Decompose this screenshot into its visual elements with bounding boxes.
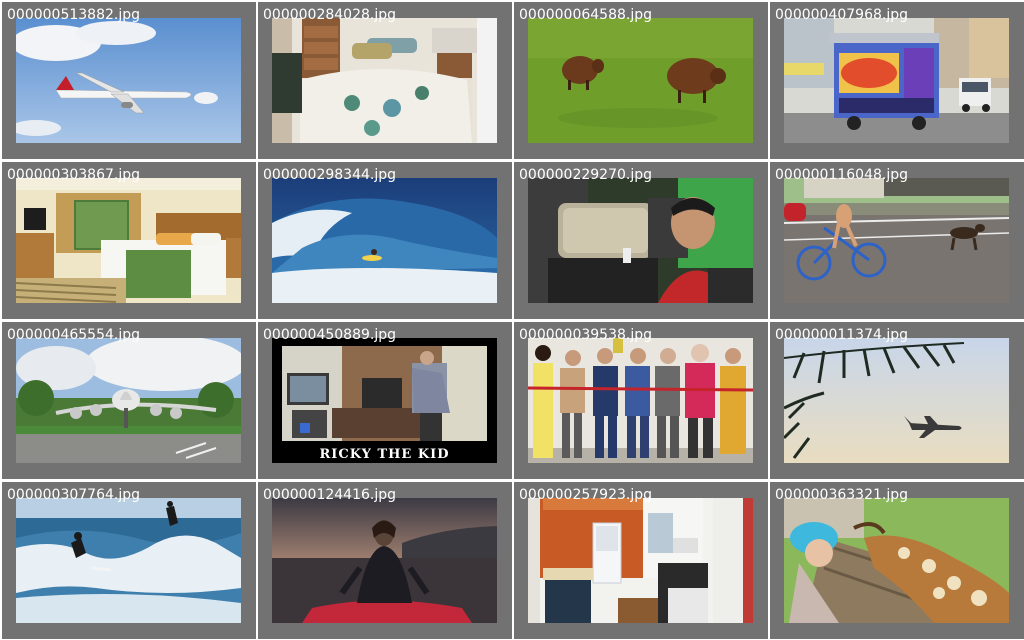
- thumbnail-filename: 000000307764.jpg: [7, 487, 140, 503]
- ribbon-cutting-thumbnail[interactable]: [528, 338, 753, 463]
- thumbnail-cell[interactable]: 000000064588.jpg: [514, 2, 768, 159]
- surfer-sunset-thumbnail[interactable]: [272, 498, 497, 623]
- thumbnail-filename: 000000450889.jpg: [263, 327, 396, 343]
- thumbnail-cell[interactable]: 000000124416.jpg: [258, 482, 512, 639]
- surfers-thumbnail[interactable]: [16, 498, 241, 623]
- thumbnail-filename: 000000363321.jpg: [775, 487, 908, 503]
- poster-caption: RICKY THE KID: [319, 447, 449, 462]
- ricky-poster-thumbnail[interactable]: RICKY THE KID: [272, 338, 497, 463]
- thumbnail-filename: 000000229270.jpg: [519, 167, 652, 183]
- thumbnail-cell[interactable]: 000000039538.jpg: [514, 322, 768, 479]
- thumbnail-cell[interactable]: 000000450889.jpg RICKY THE KID: [258, 322, 512, 479]
- thumbnail-cell[interactable]: 000000307764.jpg: [2, 482, 256, 639]
- thumbnail-filename: 000000064588.jpg: [519, 7, 652, 23]
- food-truck-thumbnail[interactable]: [784, 18, 1009, 143]
- thumbnail-filename: 000000303867.jpg: [7, 167, 140, 183]
- thumbnail-cell[interactable]: 000000284028.jpg: [258, 2, 512, 159]
- thumbnail-filename: 000000011374.jpg: [775, 327, 908, 343]
- thumbnail-cell[interactable]: 000000363321.jpg: [770, 482, 1024, 639]
- thumbnail-filename: 000000465554.jpg: [7, 327, 140, 343]
- thumbnail-cell[interactable]: 000000116048.jpg: [770, 162, 1024, 319]
- airplane-sky-thumbnail[interactable]: [16, 18, 241, 143]
- thumbnail-filename: 000000298344.jpg: [263, 167, 396, 183]
- thumbnail-cell[interactable]: 000000229270.jpg: [514, 162, 768, 319]
- thumbnail-cell[interactable]: 000000011374.jpg: [770, 322, 1024, 479]
- thumbnail-filename: 000000116048.jpg: [775, 167, 908, 183]
- thumbnail-filename: 000000124416.jpg: [263, 487, 396, 503]
- thumbnail-cell[interactable]: 000000465554.jpg: [2, 322, 256, 479]
- thumbnail-filename: 000000284028.jpg: [263, 7, 396, 23]
- sheep-field-thumbnail[interactable]: [528, 18, 753, 143]
- bicycle-dog-thumbnail[interactable]: [784, 178, 1009, 303]
- thumbnail-grid: 000000513882.jpg 000000284028.jpg 000000…: [0, 0, 1024, 640]
- thumbnail-filename: 000000407968.jpg: [775, 7, 908, 23]
- bedroom-thumbnail[interactable]: [272, 18, 497, 143]
- thumbnail-cell[interactable]: 000000257923.jpg: [514, 482, 768, 639]
- thumbnail-filename: 000000257923.jpg: [519, 487, 652, 503]
- thumbnail-cell[interactable]: 000000298344.jpg: [258, 162, 512, 319]
- old-airplane-thumbnail[interactable]: [16, 338, 241, 463]
- plane-branches-thumbnail[interactable]: [784, 338, 1009, 463]
- thumbnail-cell[interactable]: 000000513882.jpg: [2, 2, 256, 159]
- giraffe-child-thumbnail[interactable]: [784, 498, 1009, 623]
- kitchen-thumbnail[interactable]: [528, 498, 753, 623]
- thumbnail-filename: 000000039538.jpg: [519, 327, 652, 343]
- surf-wave-thumbnail[interactable]: [272, 178, 497, 303]
- thumbnail-cell[interactable]: 000000407968.jpg: [770, 2, 1024, 159]
- hotel-room-thumbnail[interactable]: [16, 178, 241, 303]
- luggage-man-thumbnail[interactable]: [528, 178, 753, 303]
- thumbnail-filename: 000000513882.jpg: [7, 7, 140, 23]
- thumbnail-cell[interactable]: 000000303867.jpg: [2, 162, 256, 319]
